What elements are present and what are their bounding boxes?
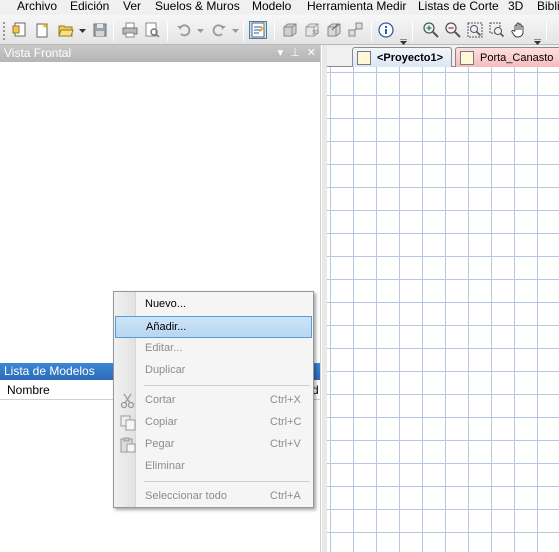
front-view-title-bar: Vista Frontal ▾ ⊥ ✕: [0, 45, 320, 62]
menu-item-shortcut: Ctrl+V: [270, 438, 301, 450]
menu-item-shortcut: Ctrl+C: [270, 416, 302, 428]
menu-item-label: Seleccionar todo: [145, 490, 227, 502]
save-icon[interactable]: [91, 21, 109, 39]
paste-icon: [120, 437, 136, 453]
view-3d-edit-icon[interactable]: [325, 21, 343, 39]
print-icon[interactable]: [121, 21, 139, 39]
context-menu: Nuevo... Añadir... Editar... Duplicar Co…: [113, 291, 314, 508]
view-3d-wire-icon[interactable]: 3D: [303, 21, 321, 39]
print-preview-icon[interactable]: [143, 21, 161, 39]
menu-archivo[interactable]: Archivo: [17, 0, 57, 13]
menu-item-anadir[interactable]: Añadir...: [115, 316, 312, 338]
menu-suelos-muros[interactable]: Suelos & Muros: [155, 0, 240, 13]
menu-item-label: Nuevo...: [145, 298, 186, 310]
menu-item-pegar[interactable]: Pegar Ctrl+V: [115, 434, 312, 456]
document-icon: [357, 51, 371, 65]
undo-icon[interactable]: [175, 21, 193, 39]
open-dropdown-icon[interactable]: [79, 27, 86, 34]
menu-item-label: Duplicar: [145, 364, 186, 376]
properties-icon[interactable]: [249, 21, 267, 39]
redo-dropdown-icon[interactable]: [232, 27, 239, 34]
toolbar-grip-icon[interactable]: [3, 22, 7, 40]
menu-item-label: Cortar: [145, 394, 176, 406]
svg-text:3D: 3D: [312, 30, 319, 36]
menu-item-nuevo[interactable]: Nuevo...: [115, 294, 312, 316]
toolbar-separator: [274, 21, 275, 41]
toolbar-separator: [546, 21, 547, 41]
undo-dropdown-icon[interactable]: [197, 27, 204, 34]
zoom-in-icon[interactable]: [422, 21, 440, 39]
menu-listas-de-corte[interactable]: Listas de Corte: [418, 0, 499, 13]
zoom-window-icon[interactable]: [488, 21, 506, 39]
drawing-grid-canvas[interactable]: [327, 67, 559, 552]
toolbar-separator: [371, 21, 372, 41]
menu-item-cortar[interactable]: Cortar Ctrl+X: [115, 390, 312, 412]
tab-proyecto1[interactable]: <Proyecto1>: [352, 47, 452, 68]
menu-edicion[interactable]: Edición: [70, 0, 109, 13]
zoom-extents-icon[interactable]: [466, 21, 484, 39]
toolbar-separator: [167, 21, 168, 41]
menu-item-eliminar[interactable]: Eliminar: [115, 456, 312, 478]
menu-item-editar[interactable]: Editar...: [115, 338, 312, 360]
menu-item-shortcut: Ctrl+X: [270, 394, 301, 406]
toolbar-separator: [243, 21, 244, 41]
scissors-icon: [120, 393, 135, 409]
redo-icon[interactable]: [210, 21, 228, 39]
copy-icon: [120, 415, 136, 431]
menu-biblioteca[interactable]: Bibli: [537, 0, 559, 13]
menu-item-shortcut: Ctrl+A: [270, 490, 301, 502]
document-tabs: <Proyecto1> Porta_Canasto: [327, 45, 559, 68]
close-icon[interactable]: ✕: [307, 45, 316, 62]
window-position-icon[interactable]: ▾: [278, 45, 284, 62]
menu-3d[interactable]: 3D: [508, 0, 523, 13]
toolbar: 3D: [0, 15, 559, 45]
open-icon[interactable]: [57, 21, 75, 39]
menu-item-duplicar[interactable]: Duplicar: [115, 360, 312, 382]
document-icon: [460, 51, 474, 65]
toolbar-separator: [113, 21, 114, 41]
view-3d-icon[interactable]: [281, 21, 299, 39]
new-icon[interactable]: [11, 21, 29, 39]
menu-item-label: Pegar: [145, 438, 175, 450]
front-view-title: Vista Frontal: [4, 46, 72, 60]
menu-ver[interactable]: Ver: [123, 0, 141, 13]
pin-icon[interactable]: ⊥: [290, 45, 300, 62]
view-explode-icon[interactable]: [347, 21, 365, 39]
menu-herramienta-medir[interactable]: Herramienta Medir: [307, 0, 406, 13]
menu-modelo[interactable]: Modelo: [252, 0, 291, 13]
models-list-title: Lista de Modelos: [4, 364, 95, 378]
column-header-name[interactable]: Nombre: [7, 383, 50, 397]
menu-item-label: Editar...: [145, 342, 183, 354]
toolbar-separator: [412, 21, 413, 41]
info-icon[interactable]: [377, 21, 395, 39]
front-view-title-buttons: ▾ ⊥ ✕: [278, 45, 316, 62]
menu-item-label: Eliminar: [145, 460, 185, 472]
pan-hand-icon[interactable]: [510, 21, 528, 39]
tab-proyecto1-label: <Proyecto1>: [377, 52, 444, 64]
menu-item-copiar[interactable]: Copiar Ctrl+C: [115, 412, 312, 434]
menu-item-label: Copiar: [145, 416, 178, 428]
tab-porta-canasto-label: Porta_Canasto: [480, 52, 554, 64]
menu-item-seleccionar-todo[interactable]: Seleccionar todo Ctrl+A: [115, 486, 312, 508]
menu-bar: Archivo Edición Ver Suelos & Muros Model…: [0, 0, 559, 15]
new-wizard-icon[interactable]: [33, 21, 51, 39]
menu-item-label: Añadir...: [146, 321, 187, 333]
menu-separator: [144, 385, 310, 386]
tab-porta-canasto[interactable]: Porta_Canasto: [455, 47, 559, 68]
menu-separator: [144, 481, 310, 482]
zoom-out-icon[interactable]: [444, 21, 462, 39]
